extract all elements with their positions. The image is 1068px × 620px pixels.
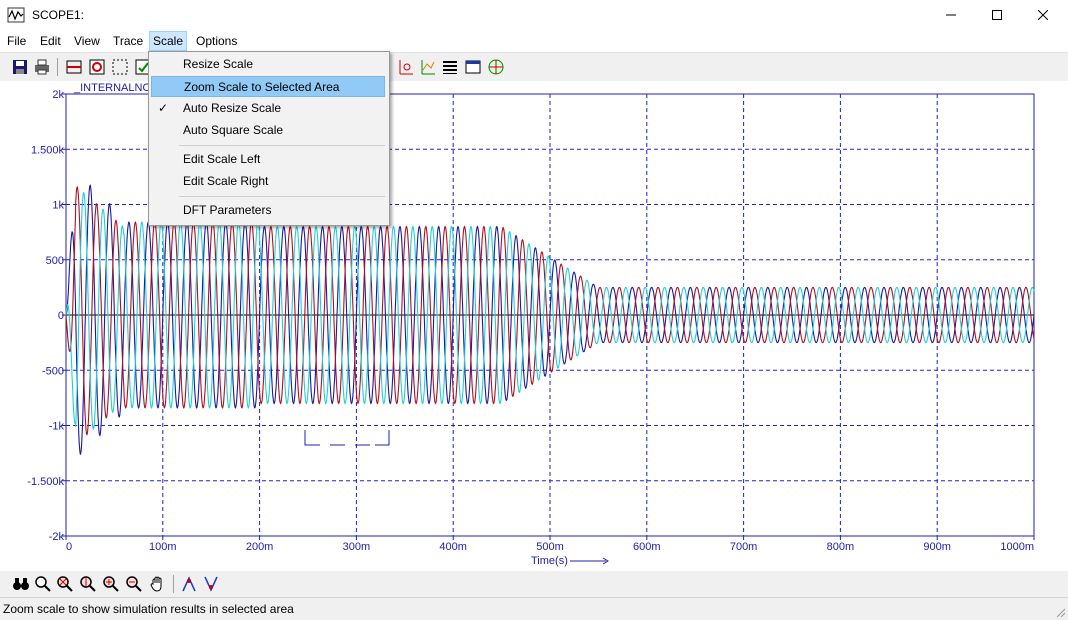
x-tick-label: 1000m [1000, 541, 1034, 553]
maximize-button[interactable] [974, 0, 1020, 30]
menu-item-edit-scale-right[interactable]: Edit Scale Right [151, 171, 385, 192]
menu-trace[interactable]: Trace [110, 33, 146, 49]
zoom-out-icon[interactable] [125, 575, 143, 593]
y-tick-label: -500 [42, 365, 64, 377]
menu-options[interactable]: Options [193, 33, 240, 49]
title-bar: SCOPE1: [0, 0, 1068, 30]
menu-item-resize-scale[interactable]: Resize Scale [151, 54, 385, 75]
status-bar: Zoom scale to show simulation results in… [0, 597, 1068, 620]
window-icon[interactable] [464, 58, 482, 76]
y-tick-label: 0 [58, 310, 64, 322]
x-tick-label: 200m [246, 541, 274, 553]
cursor-a-icon[interactable] [180, 575, 198, 593]
xy-plot-icon[interactable] [419, 58, 437, 76]
target-icon[interactable] [487, 58, 505, 76]
pan-hand-icon[interactable] [149, 575, 167, 593]
menu-item-zoom-scale-to-selected-area[interactable]: Zoom Scale to Selected Area [151, 76, 385, 97]
status-text: Zoom scale to show simulation results in… [3, 602, 294, 616]
menu-item-label: Resize Scale [183, 57, 254, 71]
resize-grip-icon[interactable] [1054, 606, 1066, 618]
menu-item-edit-scale-left[interactable]: Edit Scale Left [151, 149, 385, 170]
menu-separator [179, 145, 385, 146]
print-icon[interactable] [33, 58, 51, 76]
window-title: SCOPE1: [32, 8, 85, 22]
cursor-b-icon[interactable] [202, 575, 220, 593]
x-tick-label: 600m [633, 541, 661, 553]
menu-item-auto-resize-scale[interactable]: ✓ Auto Resize Scale [151, 98, 385, 119]
bottom-toolbar [0, 571, 1068, 597]
select-area-icon[interactable] [111, 58, 129, 76]
menu-item-auto-square-scale[interactable]: Auto Square Scale [151, 120, 385, 141]
menu-edit[interactable]: Edit [37, 33, 64, 49]
y-axis-labels: 2k 1.500k 1k 500 0 -500 -1k -1.500k -2k [27, 89, 64, 543]
menu-item-label: DFT Parameters [183, 203, 272, 217]
fit-icon[interactable] [88, 58, 106, 76]
menu-item-label: Edit Scale Right [183, 174, 269, 188]
menu-view[interactable]: View [71, 33, 103, 49]
checkmark-icon: ✓ [158, 101, 169, 115]
y-tick-label: 2k [52, 89, 64, 101]
menu-bar: File Edit View Trace Scale Options [0, 30, 1068, 51]
x-tick-label: 300m [343, 541, 371, 553]
scope-app-icon [7, 7, 25, 23]
menu-item-label: Edit Scale Left [183, 152, 261, 166]
save-icon[interactable] [11, 58, 29, 76]
menu-scale[interactable]: Scale [149, 31, 188, 51]
x-tick-label: 900m [923, 541, 951, 553]
x-tick-label: 700m [730, 541, 758, 553]
x-tick-label: 400m [439, 541, 467, 553]
cursor-mode-icon[interactable] [65, 58, 83, 76]
y-tick-label: -2k [49, 531, 65, 543]
maximize-icon [992, 10, 1002, 20]
x-axis-labels: 0 100m 200m 300m 400m 500m 600m 700m 800m 900m 100… [66, 541, 1034, 553]
y-tick-label: 1.500k [31, 144, 65, 156]
menu-separator [179, 196, 385, 197]
x-axis-label: Time(s) [531, 555, 568, 567]
toolbar-separator [57, 58, 58, 76]
menu-item-label: Zoom Scale to Selected Area [184, 80, 340, 94]
zoom-out-x-icon[interactable] [56, 575, 74, 593]
x-tick-label: 100m [149, 541, 177, 553]
menu-item-label: Auto Square Scale [183, 123, 284, 137]
circle-marker-icon[interactable] [397, 58, 415, 76]
menu-file[interactable]: File [4, 33, 29, 49]
zoom-y-icon[interactable] [79, 575, 97, 593]
binoculars-icon[interactable] [12, 575, 30, 593]
zoom-in-icon[interactable] [102, 575, 120, 593]
y-tick-label: -1.500k [27, 476, 64, 488]
scale-menu-dropdown: Resize Scale Zoom Scale to Selected Area… [148, 51, 390, 226]
close-icon [1038, 10, 1048, 20]
y-tick-label: 1k [52, 200, 64, 212]
menu-item-dft-parameters[interactable]: DFT Parameters [151, 200, 385, 221]
minimize-button[interactable] [928, 0, 974, 30]
list-icon[interactable] [441, 58, 459, 76]
bottom-toolbar-separator [173, 575, 174, 593]
close-button[interactable] [1020, 0, 1066, 30]
x-tick-label: 0 [66, 541, 72, 553]
y-tick-label: 500 [46, 255, 64, 267]
minimize-icon [946, 14, 956, 16]
zoom-icon[interactable] [34, 575, 52, 593]
x-tick-label: 800m [827, 541, 855, 553]
y-tick-label: -1k [49, 421, 65, 433]
x-tick-label: 500m [536, 541, 564, 553]
menu-item-label: Auto Resize Scale [183, 101, 282, 115]
